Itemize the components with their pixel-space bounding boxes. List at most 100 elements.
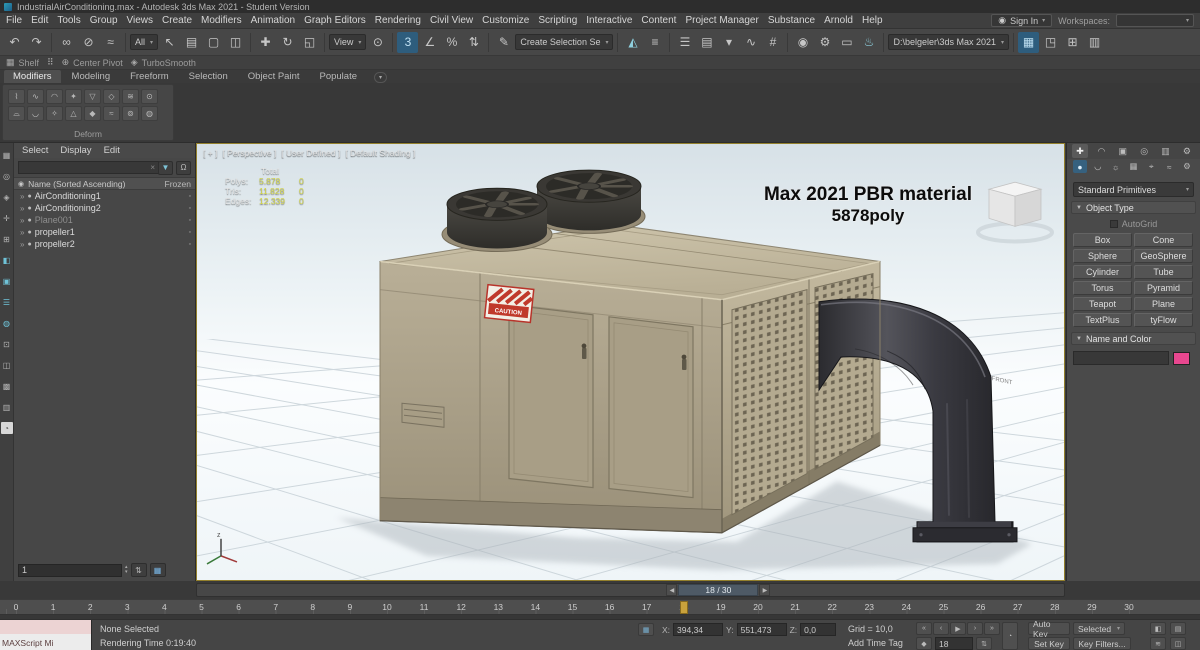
list-item[interactable]: » ● AirConditioning2 ▫ [14, 202, 195, 214]
deform-tool-icon[interactable]: ✧ [46, 106, 63, 121]
search-input[interactable] [18, 161, 160, 174]
renderable-toggle-icon[interactable]: ▫ [189, 217, 191, 224]
explorer-toolbar-icon[interactable]: ◎ [1, 170, 13, 182]
filters-icon[interactable]: ◫ [1170, 637, 1186, 650]
object-color-swatch[interactable] [1173, 351, 1190, 365]
rendered-frame-window-icon[interactable]: ▭ [836, 32, 857, 53]
menu-civil-view[interactable]: Civil View [430, 15, 473, 26]
explorer-toolbar-icon[interactable]: ⊡ [1, 338, 13, 350]
current-frame-marker[interactable] [679, 601, 688, 614]
expand-icon[interactable]: » [20, 192, 24, 201]
mute-icon[interactable]: ≋ [1150, 637, 1166, 650]
play-button[interactable]: ▶ [950, 622, 966, 635]
geometry-icon[interactable]: ● [1073, 160, 1087, 173]
explorer-toolbar-icon[interactable]: ▣ [1, 275, 13, 287]
deform-tool-icon[interactable]: ⌇ [8, 89, 25, 104]
menu-tools[interactable]: Tools [57, 15, 80, 26]
autogrid-checkbox[interactable] [1109, 220, 1118, 228]
next-frame-arrow-icon[interactable]: ▶ [759, 584, 771, 596]
bind-spacewarp-icon[interactable]: ≈ [100, 32, 121, 53]
list-item[interactable]: » ● propeller2 ▫ [14, 238, 195, 250]
key-filters-button[interactable]: Key Filters... [1073, 637, 1131, 650]
tab-object-paint[interactable]: Object Paint [239, 70, 309, 83]
viewport-layout-icon[interactable]: ▥ [1084, 32, 1105, 53]
menu-interactive[interactable]: Interactive [586, 15, 632, 26]
selection-lock-icon[interactable]: ▦ [638, 623, 654, 636]
box-button[interactable]: Box [1073, 233, 1132, 247]
percent-snap-icon[interactable]: % [441, 32, 462, 53]
explorer-toolbar-icon[interactable]: ▩ [1, 380, 13, 392]
object-name-field[interactable] [1073, 351, 1169, 365]
create-tab-icon[interactable]: ✚ [1072, 144, 1088, 158]
deform-tool-icon[interactable]: ⊚ [122, 106, 139, 121]
explorer-menu-select[interactable]: Select [22, 145, 48, 156]
torus-button[interactable]: Torus [1073, 281, 1132, 295]
tab-selection[interactable]: Selection [180, 70, 237, 83]
y-coordinate-field[interactable] [736, 623, 787, 636]
lights-icon[interactable]: ☼ [1109, 160, 1123, 173]
plane-button[interactable]: Plane [1134, 297, 1193, 311]
explorer-column-header[interactable]: ◉ Name (Sorted Ascending) Frozen [14, 177, 195, 190]
deform-tool-icon[interactable]: ◡ [27, 106, 44, 121]
go-to-start-button[interactable]: « [916, 622, 932, 635]
frame-spinner[interactable]: ⇅ [976, 637, 992, 650]
menu-create[interactable]: Create [162, 15, 192, 26]
mirror-icon[interactable]: ◭ [622, 32, 643, 53]
explorer-footer-field[interactable] [18, 563, 122, 577]
tube-button[interactable]: Tube [1134, 265, 1193, 279]
menu-scripting[interactable]: Scripting [538, 15, 577, 26]
named-selection-set-dropdown[interactable]: Create Selection Se ▾ [515, 34, 614, 50]
list-item[interactable]: » ● Plane001 ▫ [14, 214, 195, 226]
unlink-selection-icon[interactable]: ⊘ [78, 32, 99, 53]
spinner-stepper[interactable]: ▴ ▾ [125, 565, 128, 575]
renderable-toggle-icon[interactable]: ▫ [189, 241, 191, 248]
key-mode-toggle-icon[interactable]: ◆ [916, 637, 932, 650]
deform-tool-icon[interactable]: ≈ [103, 106, 120, 121]
menu-animation[interactable]: Animation [251, 15, 295, 26]
explorer-toolbar-icon[interactable]: ✛ [1, 212, 13, 224]
menu-edit[interactable]: Edit [31, 15, 48, 26]
viewport-menu-shading[interactable]: [ Default Shading ] [345, 148, 415, 158]
helpers-icon[interactable]: ⌖ [1144, 160, 1158, 173]
angle-snap-icon[interactable]: ∠ [419, 32, 440, 53]
deform-tool-icon[interactable]: ≋ [122, 89, 139, 104]
display-toggle-icon[interactable]: ⊞ [1062, 32, 1083, 53]
center-pivot-button[interactable]: ⊕ Center Pivot [62, 57, 123, 68]
search-clear-icon[interactable]: × [150, 163, 155, 172]
deform-tool-icon[interactable]: ⊙ [141, 89, 158, 104]
snap-toggle-icon[interactable]: 3 [397, 31, 419, 53]
time-slider-track[interactable]: ◀ 18 / 30 ▶ [196, 583, 1065, 597]
menu-project-manager[interactable]: Project Manager [685, 15, 758, 26]
menu-substance[interactable]: Substance [768, 15, 815, 26]
menu-graph-editors[interactable]: Graph Editors [304, 15, 366, 26]
deform-tool-icon[interactable]: ◠ [46, 89, 63, 104]
auto-key-button[interactable]: Auto Key [1028, 619, 1070, 639]
deform-tool-icon[interactable]: ◇ [103, 89, 120, 104]
window-crossing-icon[interactable]: ◫ [225, 32, 246, 53]
previous-frame-button[interactable]: ‹ [933, 622, 949, 635]
ribbon-minimize-icon[interactable]: ▾ [374, 72, 388, 83]
next-frame-button[interactable]: › [967, 622, 983, 635]
select-object-icon[interactable]: ↖ [159, 32, 180, 53]
lock-icon[interactable]: Ω [176, 160, 191, 175]
menu-customize[interactable]: Customize [482, 15, 529, 26]
turbosmooth-button[interactable]: ◈ TurboSmooth [131, 57, 196, 68]
pyramid-button[interactable]: Pyramid [1134, 281, 1193, 295]
go-to-end-button[interactable]: » [984, 622, 1000, 635]
object-type-rollout[interactable]: ▼ Object Type [1071, 201, 1196, 214]
display-tab-icon[interactable]: ▥ [1158, 144, 1174, 158]
spacewarps-icon[interactable]: ≈ [1162, 160, 1176, 173]
z-coordinate-field[interactable] [800, 623, 837, 636]
previous-frame-arrow-icon[interactable]: ◀ [666, 584, 678, 596]
menu-content[interactable]: Content [641, 15, 676, 26]
renderable-toggle-icon[interactable]: ▫ [189, 229, 191, 236]
align-icon[interactable]: ≡ [644, 32, 665, 53]
motion-tab-icon[interactable]: ◎ [1136, 144, 1152, 158]
project-folder-dropdown[interactable]: D:\belgeler\3ds Max 2021 ▾ [888, 34, 1010, 50]
time-configuration-icon[interactable]: ◔ [1002, 622, 1018, 650]
scene-explorer-toggle-icon[interactable]: ☰ [674, 32, 695, 53]
key-entry-icon[interactable]: ▤ [1170, 622, 1186, 635]
explorer-toolbar-icon[interactable]: ⊞ [1, 233, 13, 245]
expand-icon[interactable]: » [20, 240, 24, 249]
select-scale-icon[interactable]: ◱ [299, 32, 320, 53]
